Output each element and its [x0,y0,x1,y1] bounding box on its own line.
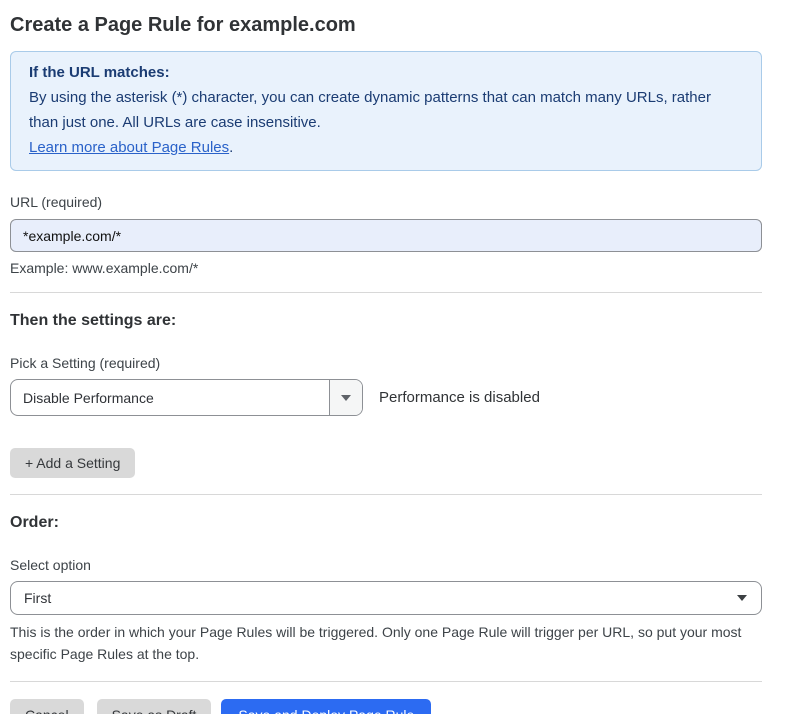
save-draft-button[interactable]: Save as Draft [97,699,212,714]
chevron-down-icon [341,395,351,401]
select-option-label: Select option [10,557,762,574]
footer-actions: Cancel Save as Draft Save and Deploy Pag… [10,699,762,714]
order-section-heading: Order: [10,513,762,533]
page-title: Create a Page Rule for example.com [10,12,762,38]
info-box-body: By using the asterisk (*) character, you… [29,85,734,135]
divider [10,292,762,293]
order-select-value: First [11,590,737,606]
add-setting-button[interactable]: + Add a Setting [10,448,135,478]
info-box-heading: If the URL matches: [29,60,743,85]
divider [10,681,762,682]
setting-select-value: Disable Performance [11,380,329,415]
order-select[interactable]: First [10,581,762,615]
url-label: URL (required) [10,194,762,211]
chevron-down-icon [737,595,747,601]
url-match-info-box: If the URL matches: By using the asteris… [10,51,762,171]
order-help-text: This is the order in which your Page Rul… [10,621,762,665]
setting-row: Disable Performance Performance is disab… [10,379,762,416]
divider [10,494,762,495]
info-box-link-line: Learn more about Page Rules. [29,135,743,160]
save-deploy-button[interactable]: Save and Deploy Page Rule [221,699,431,714]
setting-status-text: Performance is disabled [379,389,540,406]
setting-select[interactable]: Disable Performance [10,379,363,416]
create-page-rule-form: Create a Page Rule for example.com If th… [0,12,790,714]
learn-more-link[interactable]: Learn more about Page Rules [29,139,229,156]
cancel-button[interactable]: Cancel [10,699,84,714]
pick-setting-label: Pick a Setting (required) [10,355,762,372]
url-example-text: Example: www.example.com/* [10,260,762,276]
setting-select-arrow-button[interactable] [329,380,362,415]
url-input[interactable] [10,219,762,252]
learn-more-link-suffix: . [229,139,233,156]
settings-section-heading: Then the settings are: [10,311,762,331]
